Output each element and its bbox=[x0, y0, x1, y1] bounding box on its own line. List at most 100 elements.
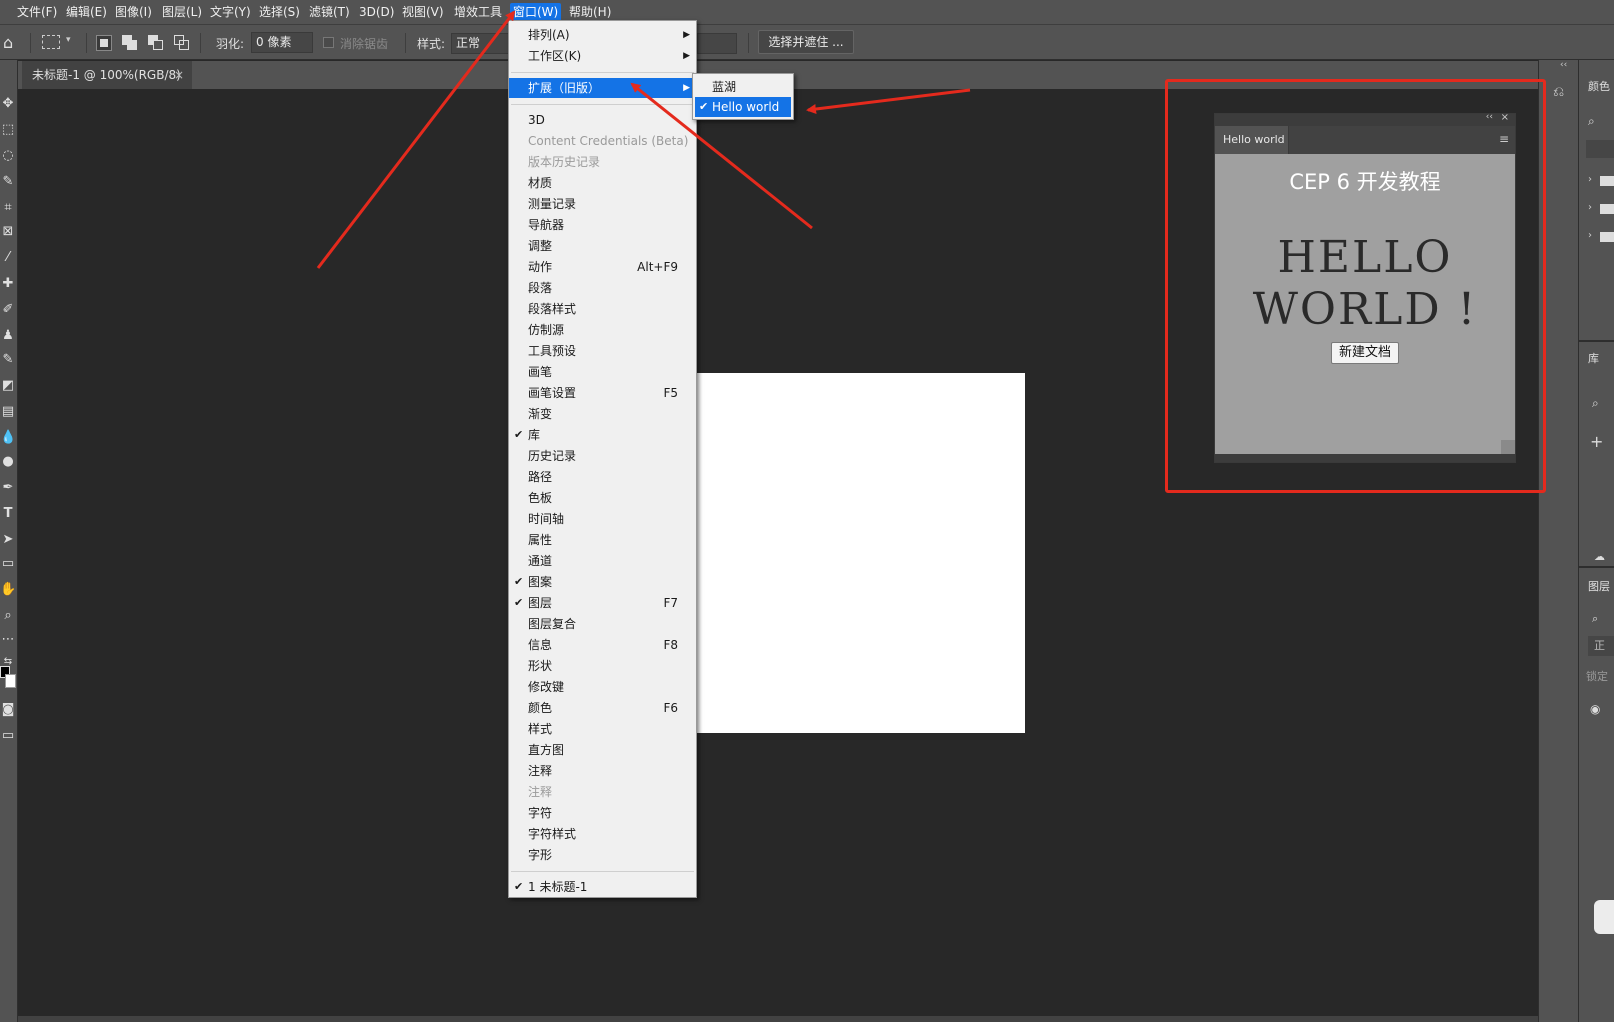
menu-item[interactable]: 路径 bbox=[509, 467, 696, 487]
menu-item[interactable]: 色板 bbox=[509, 488, 696, 508]
close-icon[interactable]: × bbox=[174, 61, 184, 89]
marquee-tool-icon[interactable] bbox=[42, 35, 60, 49]
menu-item[interactable]: 3D bbox=[509, 110, 696, 130]
menu-item[interactable]: ✔ 图案 bbox=[509, 572, 696, 592]
menu-layer[interactable]: 图层(L) bbox=[159, 3, 205, 22]
chevron-right-icon[interactable]: › bbox=[1588, 202, 1592, 213]
panel-handle[interactable] bbox=[1594, 900, 1614, 934]
quick-select-tool-icon[interactable]: ✎ bbox=[0, 174, 16, 190]
menu-view[interactable]: 视图(V) bbox=[399, 3, 447, 22]
zoom-tool-icon[interactable]: ⌕ bbox=[0, 608, 16, 624]
dodge-tool-icon[interactable]: ● bbox=[0, 454, 16, 470]
stamp-tool-icon[interactable]: ♟ bbox=[0, 328, 16, 344]
menu-item[interactable]: 排列(A) ▶ bbox=[509, 25, 696, 45]
move-tool-icon[interactable]: ✥ bbox=[0, 96, 16, 112]
intersect-selection-icon[interactable] bbox=[174, 35, 190, 51]
library-panel-label[interactable]: 库 bbox=[1588, 350, 1599, 366]
menu-item[interactable]: ✔ 库 bbox=[509, 425, 696, 445]
menu-item[interactable]: 注释 bbox=[509, 761, 696, 781]
menu-edit[interactable]: 编辑(E) bbox=[63, 3, 110, 22]
menu-filter[interactable]: 滤镜(T) bbox=[306, 3, 353, 22]
chevron-right-icon[interactable]: › bbox=[1588, 174, 1592, 185]
menu-item[interactable]: 段落样式 bbox=[509, 299, 696, 319]
menu-item[interactable]: 图层复合 bbox=[509, 614, 696, 634]
menu-item[interactable]: 字符 bbox=[509, 803, 696, 823]
menu-item[interactable]: 修改键 bbox=[509, 677, 696, 697]
add-icon[interactable]: + bbox=[1590, 432, 1603, 451]
submenu-item-lanhu[interactable]: 蓝湖 bbox=[695, 77, 791, 97]
menu-item[interactable]: 动作 Alt+F9 bbox=[509, 257, 696, 277]
screen-mode-icon[interactable]: ▭ bbox=[0, 728, 16, 744]
blend-mode-select[interactable]: 正常 bbox=[1588, 636, 1614, 656]
brush-tool-icon[interactable]: ✐ bbox=[0, 302, 16, 318]
menu-item[interactable]: 直方图 bbox=[509, 740, 696, 760]
menu-item[interactable]: 时间轴 bbox=[509, 509, 696, 529]
search-field[interactable] bbox=[1586, 140, 1614, 158]
marquee-tool-icon[interactable]: ⬚ bbox=[0, 122, 16, 138]
lasso-tool-icon[interactable]: ◌ bbox=[0, 148, 16, 164]
pen-tool-icon[interactable]: ✒ bbox=[0, 480, 16, 496]
frame-tool-icon[interactable]: ⊠ bbox=[0, 224, 16, 240]
cloud-icon[interactable]: ☁ bbox=[1594, 550, 1605, 563]
select-and-mask-button[interactable]: 选择并遮住 ... bbox=[758, 30, 854, 54]
menu-item[interactable]: 画笔设置 F5 bbox=[509, 383, 696, 403]
menu-type[interactable]: 文字(Y) bbox=[207, 3, 254, 22]
rectangle-tool-icon[interactable]: ▭ bbox=[0, 556, 16, 572]
document-tab[interactable]: 未标题-1 @ 100%(RGB/8) × bbox=[22, 61, 192, 89]
menu-item[interactable]: 调整 bbox=[509, 236, 696, 256]
eraser-tool-icon[interactable]: ◩ bbox=[0, 378, 16, 394]
menu-item[interactable]: 颜色 F6 bbox=[509, 698, 696, 718]
eye-icon[interactable]: ◉ bbox=[1590, 702, 1600, 716]
history-panel-icon[interactable]: ⎌ bbox=[1553, 84, 1564, 100]
background-color-swatch[interactable] bbox=[5, 674, 16, 688]
menu-item[interactable]: 材质 bbox=[509, 173, 696, 193]
menu-item[interactable]: 形状 bbox=[509, 656, 696, 676]
style-select[interactable]: 正常 bbox=[451, 33, 509, 54]
menu-item[interactable]: 通道 bbox=[509, 551, 696, 571]
add-selection-icon[interactable] bbox=[122, 35, 138, 51]
document-canvas[interactable] bbox=[697, 373, 1025, 733]
menu-plugins[interactable]: 增效工具 bbox=[451, 3, 505, 22]
menu-item[interactable]: 工作区(K) ▶ bbox=[509, 46, 696, 66]
menu-item[interactable]: 字符样式 bbox=[509, 824, 696, 844]
menu-item[interactable]: ✔ 图层 F7 bbox=[509, 593, 696, 613]
subtract-selection-icon[interactable] bbox=[148, 35, 164, 51]
menu-item[interactable]: 仿制源 bbox=[509, 320, 696, 340]
menu-item[interactable]: 属性 bbox=[509, 530, 696, 550]
menu-item[interactable]: 渐变 bbox=[509, 404, 696, 424]
menu-item[interactable]: 导航器 bbox=[509, 215, 696, 235]
blur-tool-icon[interactable]: 💧 bbox=[0, 430, 16, 446]
height-input[interactable] bbox=[697, 33, 737, 54]
quick-mask-icon[interactable]: ◙ bbox=[0, 702, 16, 718]
menu-item[interactable]: 段落 bbox=[509, 278, 696, 298]
eyedropper-tool-icon[interactable]: ⁄ bbox=[0, 250, 16, 266]
chevron-down-icon[interactable]: ▾ bbox=[66, 35, 71, 45]
hand-tool-icon[interactable]: ✋ bbox=[0, 582, 16, 598]
color-panel-label[interactable]: 颜色 bbox=[1588, 78, 1610, 94]
menu-file[interactable]: 文件(F) bbox=[14, 3, 60, 22]
folder-icon[interactable] bbox=[1600, 204, 1614, 214]
menu-item[interactable]: 工具预设 bbox=[509, 341, 696, 361]
menu-item[interactable]: 信息 F8 bbox=[509, 635, 696, 655]
folder-icon[interactable] bbox=[1600, 176, 1614, 186]
crop-tool-icon[interactable]: ⌗ bbox=[0, 200, 16, 216]
menu-item[interactable]: ✔ 1 未标题-1 bbox=[509, 877, 696, 897]
menu-item[interactable]: 字形 bbox=[509, 845, 696, 865]
more-tools-icon[interactable]: ⋯ bbox=[0, 632, 16, 648]
gradient-tool-icon[interactable]: ▤ bbox=[0, 404, 16, 420]
healing-brush-icon[interactable]: ✚ bbox=[0, 276, 16, 292]
menu-item[interactable]: 历史记录 bbox=[509, 446, 696, 466]
menu-select[interactable]: 选择(S) bbox=[256, 3, 303, 22]
menu-item[interactable]: 测量记录 bbox=[509, 194, 696, 214]
menu-3d[interactable]: 3D(D) bbox=[356, 3, 397, 22]
menu-image[interactable]: 图像(I) bbox=[112, 3, 155, 22]
search-icon[interactable]: ⌕ bbox=[1588, 114, 1595, 129]
menu-item[interactable]: 样式 bbox=[509, 719, 696, 739]
menu-item[interactable]: 扩展（旧版） ▶ bbox=[509, 78, 696, 98]
antialias-checkbox[interactable] bbox=[323, 37, 334, 48]
new-selection-icon[interactable] bbox=[96, 35, 112, 51]
collapse-icon[interactable]: ‹‹ bbox=[1560, 60, 1567, 70]
search-icon[interactable]: ⌕ bbox=[1592, 396, 1599, 411]
path-select-icon[interactable]: ➤ bbox=[0, 532, 16, 548]
menu-item[interactable]: 画笔 bbox=[509, 362, 696, 382]
